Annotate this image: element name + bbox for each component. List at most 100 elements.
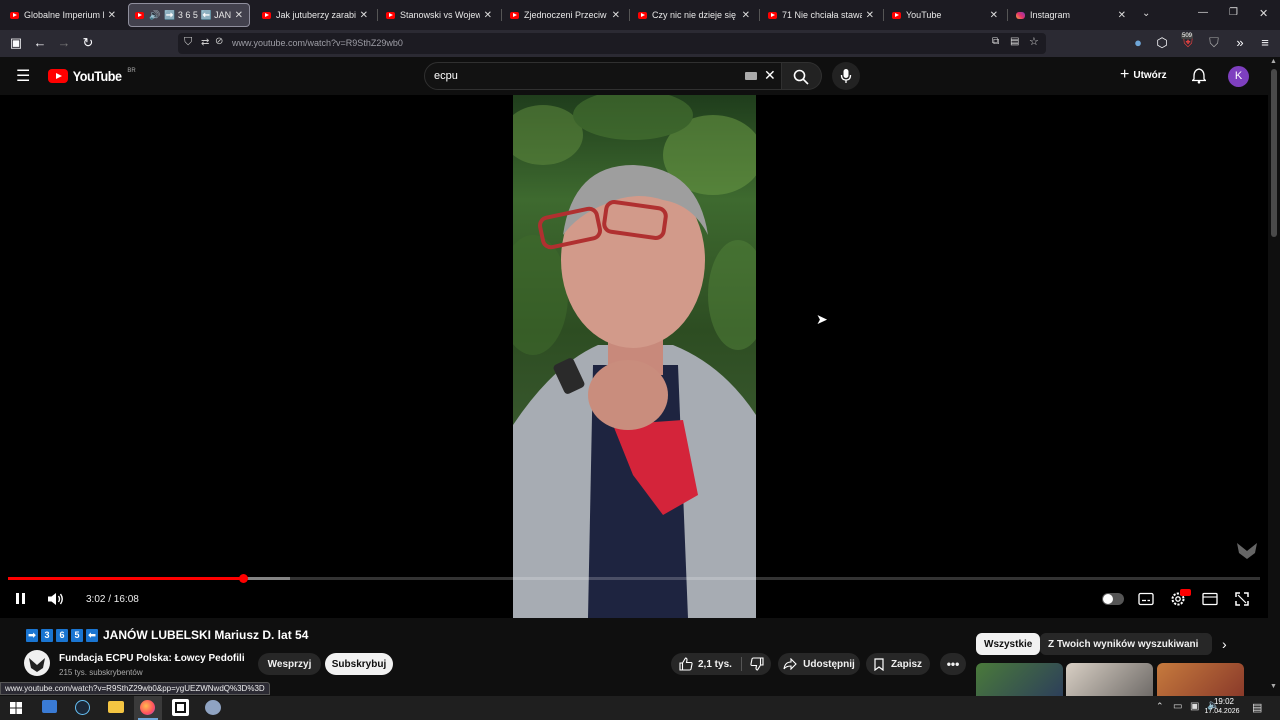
channel-avatar[interactable] <box>24 650 50 676</box>
voice-search-button[interactable] <box>832 62 860 90</box>
file-explorer-icon[interactable] <box>108 701 124 713</box>
tab-instagram[interactable]: Instagram ✕ <box>1010 3 1132 27</box>
chips-next-chevron-icon[interactable]: › <box>1222 636 1227 652</box>
privacy-badger-icon[interactable]: ⛉ <box>1206 35 1222 51</box>
chip-overflow[interactable] <box>1198 633 1212 655</box>
notification-center-icon[interactable]: ▤ <box>1252 701 1262 714</box>
bookmark-star-icon[interactable]: ☆ <box>1029 35 1039 48</box>
tab-close-icon[interactable]: ✕ <box>612 10 620 21</box>
network-icon[interactable]: ▭ <box>1173 701 1182 712</box>
tab-close-icon[interactable]: ✕ <box>235 10 243 21</box>
tab-close-icon[interactable]: ✕ <box>866 10 874 21</box>
fullscreen-icon[interactable] <box>1235 592 1249 606</box>
create-label: Utwórz <box>1133 69 1167 81</box>
tab-janow-lubelski[interactable]: 🔊 ➡️ 3 6 5 ⬅️ JANÓ ✕ <box>128 3 250 27</box>
vpn-extension-icon[interactable]: ● <box>1130 35 1146 51</box>
audio-playing-icon[interactable]: 🔊 <box>149 10 160 21</box>
theater-mode-icon[interactable] <box>1202 592 1218 606</box>
app-icon[interactable] <box>205 700 221 715</box>
scroll-down-arrow-icon[interactable]: ▼ <box>1270 683 1277 690</box>
clock-date[interactable]: 17.04.2026 <box>1202 708 1242 715</box>
recommended-video-thumbnail[interactable] <box>1157 663 1244 696</box>
tab-globalne-imperium[interactable]: Globalne Imperium Bezk ✕ <box>4 3 122 27</box>
share-button[interactable]: Udostępnij <box>778 653 860 675</box>
window-close-icon[interactable]: ✕ <box>1259 7 1268 20</box>
tab-czy-nic[interactable]: Czy nic nie dzieje się prz ✕ <box>632 3 756 27</box>
search-button[interactable] <box>782 62 822 90</box>
account-avatar[interactable]: K <box>1228 66 1249 87</box>
recommended-video-thumbnail[interactable] <box>1066 663 1153 696</box>
tab-close-icon[interactable]: ✕ <box>742 10 750 21</box>
window-restore-icon[interactable]: ❐ <box>1229 7 1238 18</box>
save-label: Zapisz <box>890 658 923 670</box>
notifications-bell-icon[interactable] <box>1192 68 1206 84</box>
extensions-puzzle-icon[interactable]: ⬡ <box>1154 35 1170 51</box>
volume-icon[interactable] <box>47 592 65 606</box>
subtitles-icon[interactable] <box>1138 592 1154 606</box>
save-button[interactable]: Zapisz <box>866 653 930 675</box>
video-player[interactable]: ➤ 3:02 / 16:08 <box>0 95 1268 618</box>
picture-in-picture-icon[interactable]: ⧉ <box>992 36 999 47</box>
create-button[interactable]: + Utwórz <box>1120 67 1167 83</box>
scroll-up-arrow-icon[interactable]: ▲ <box>1270 58 1277 65</box>
tab-youtube[interactable]: YouTube ✕ <box>886 3 1004 27</box>
scrubber-handle[interactable] <box>238 574 248 583</box>
more-actions-button[interactable]: ••• <box>940 653 966 675</box>
recommended-video-thumbnail[interactable] <box>976 663 1063 696</box>
back-arrow-icon[interactable]: ← <box>32 35 48 51</box>
search-input[interactable]: ecpu ✕ <box>424 62 782 90</box>
video-frame <box>513 95 756 618</box>
tab-close-icon[interactable]: ✕ <box>1118 10 1126 21</box>
reload-icon[interactable]: ↻ <box>80 35 96 51</box>
url-bar[interactable]: ⛉ ⇄ ⊘ www.youtube.com/watch?v=R9SthZ29wb… <box>178 33 1046 54</box>
desktop-app-icon[interactable] <box>42 700 57 713</box>
dislike-thumb-icon[interactable] <box>750 657 764 671</box>
list-all-tabs-chevron-icon[interactable]: ⌄ <box>1142 8 1150 19</box>
tab-close-icon[interactable]: ✕ <box>108 10 116 21</box>
page-scrollbar[interactable]: ▲ ▼ <box>1268 57 1280 696</box>
tab-label: ➡️ 3 6 5 ⬅️ JANÓ <box>164 9 231 20</box>
tab-jak-jutuberzy[interactable]: Jak jutuberzy zarabiają n ✕ <box>256 3 374 27</box>
scrollbar-thumb[interactable] <box>1271 69 1277 237</box>
chip-from-search[interactable]: Z Twoich wyników wyszukiwania <box>1040 633 1212 655</box>
tab-close-icon[interactable]: ✕ <box>484 10 492 21</box>
tab-71-nie-chciala[interactable]: 71 Nie chciała stawać (M ✕ <box>762 3 880 27</box>
steam-icon[interactable] <box>75 700 90 715</box>
reader-view-icon[interactable]: ▤ <box>1010 36 1019 47</box>
youtube-logo[interactable]: YouTube BR <box>48 68 136 84</box>
tab-separator <box>501 9 502 21</box>
permissions-icon[interactable]: ⇄ <box>201 37 209 48</box>
guide-menu-icon[interactable]: ☰ <box>16 66 30 86</box>
autoplay-toggle[interactable] <box>1102 593 1124 605</box>
clear-search-icon[interactable]: ✕ <box>764 67 776 84</box>
windows-start-icon[interactable] <box>10 702 22 714</box>
keyboard-icon[interactable] <box>745 72 757 80</box>
sidebar-toggle-icon[interactable]: ▣ <box>8 35 24 51</box>
channel-name[interactable]: Fundacja ECPU Polska: Łowcy Pedofili <box>59 653 245 664</box>
clock-time[interactable]: 19:02 <box>1208 697 1240 706</box>
tab-stanowski[interactable]: Stanowski vs Wojewódzk ✕ <box>380 3 498 27</box>
window-minimize-icon[interactable]: — <box>1198 7 1208 18</box>
like-count[interactable]: 2,1 tys. <box>698 659 732 670</box>
tab-close-icon[interactable]: ✕ <box>360 10 368 21</box>
subscribe-button[interactable]: Subskrybuj <box>325 653 393 675</box>
display-icon[interactable]: ▣ <box>1190 701 1199 712</box>
firefox-taskbar-item[interactable] <box>134 696 162 720</box>
chip-all[interactable]: Wszystkie <box>976 633 1041 655</box>
support-button[interactable]: Wesprzyj <box>258 653 321 675</box>
channel-watermark-icon[interactable] <box>1235 539 1259 561</box>
extension-badge: 509 <box>1181 33 1194 39</box>
progress-bar[interactable] <box>8 574 1260 583</box>
camera-off-icon[interactable]: ⊘ <box>215 36 223 47</box>
like-thumb-icon[interactable] <box>679 657 693 671</box>
app-menu-icon[interactable]: ≡ <box>1257 35 1273 51</box>
forward-arrow-icon[interactable]: → <box>56 35 72 51</box>
more-tools-chevron-icon[interactable]: » <box>1232 35 1248 51</box>
url-text[interactable]: www.youtube.com/watch?v=R9SthZ29wb0 <box>232 38 403 48</box>
notion-icon[interactable] <box>172 699 189 716</box>
tray-overflow-chevron-icon[interactable]: ⌃ <box>1156 701 1164 712</box>
tab-zjednoczeni[interactable]: Zjednoczeni Przeciw Ras ✕ <box>504 3 626 27</box>
tab-close-icon[interactable]: ✕ <box>990 10 998 21</box>
shield-icon[interactable]: ⛉ <box>184 36 192 49</box>
pause-icon[interactable] <box>14 592 28 606</box>
